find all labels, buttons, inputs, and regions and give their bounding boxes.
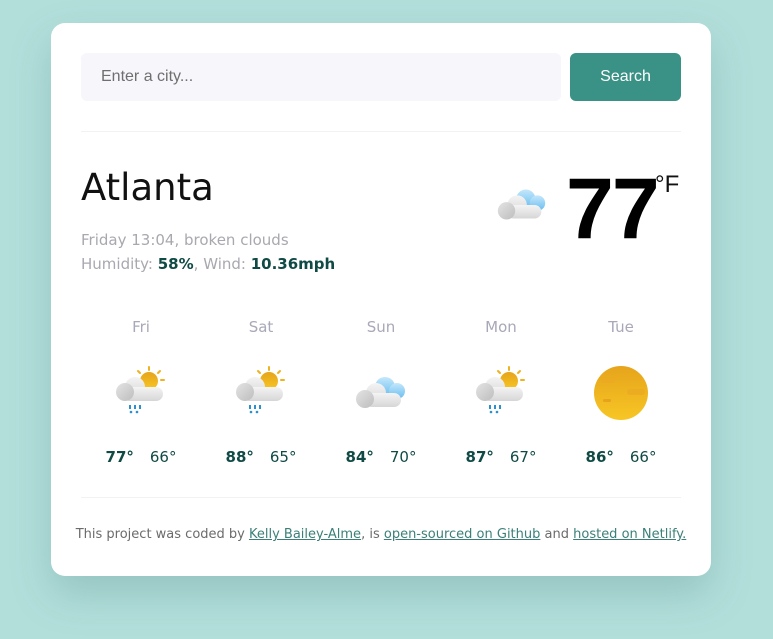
author-link[interactable]: Kelly Bailey-Alme [249, 527, 361, 542]
forecast-day: Sat 88° 65° [201, 318, 321, 478]
forecast-low: 66° [629, 448, 657, 466]
footer: This project was coded by Kelly Bailey-A… [51, 527, 711, 542]
sun-cloud-rain-icon [111, 363, 171, 423]
forecast-high: 77° [105, 448, 134, 466]
sun-haze-icon [591, 363, 651, 423]
forecast-high: 86° [585, 448, 614, 466]
current-temperature: 77 [566, 161, 660, 257]
forecast-low: 67° [509, 448, 537, 466]
humidity-value: 58% [157, 255, 194, 273]
wind-value: 10.36mph [250, 255, 336, 273]
humidity-wind-line: Humidity: 58%, Wind: 10.36mph [81, 255, 336, 273]
sun-cloud-rain-icon [231, 363, 291, 423]
forecast-day: Fri 77° 66° [81, 318, 201, 478]
forecast-temps: 84° 70° [321, 448, 441, 466]
broken-clouds-icon [356, 377, 405, 408]
forecast-low: 70° [389, 448, 417, 466]
forecast-high: 87° [465, 448, 494, 466]
forecast-day: Mon 87° 67° [441, 318, 561, 478]
footer-text: , is [361, 527, 384, 542]
sun-cloud-rain-icon [471, 363, 531, 423]
netlify-link[interactable]: hosted on Netlify. [573, 527, 686, 542]
forecast-temps: 77° 66° [81, 448, 201, 466]
search-button[interactable]: Search [570, 53, 681, 101]
weather-description: broken clouds [184, 231, 289, 249]
forecast-day: Tue 86° 66° [561, 318, 681, 478]
forecast-day-name: Fri [132, 318, 150, 336]
weather-card: Search Atlanta Friday 13:04, broken clou… [51, 23, 711, 576]
wind-label: Wind: [203, 255, 251, 273]
github-link[interactable]: open-sourced on Github [384, 527, 541, 542]
forecast-day-name: Mon [485, 318, 517, 336]
footer-prefix: This project was coded by [75, 527, 249, 542]
forecast-day-name: Tue [608, 318, 634, 336]
weather-details: Friday 13:04, broken clouds Humidity: 58… [81, 228, 335, 276]
broken-clouds-icon [493, 183, 551, 227]
forecast-high: 84° [345, 448, 374, 466]
search-form: Search [81, 53, 681, 101]
day-time: Friday 13:04 [81, 231, 175, 249]
forecast-low: 65° [269, 448, 297, 466]
forecast-high: 88° [225, 448, 254, 466]
forecast-low: 66° [149, 448, 177, 466]
forecast-temps: 87° 67° [441, 448, 561, 466]
footer-text: and [540, 527, 574, 542]
forecast-temps: 86° 66° [561, 448, 681, 466]
divider [81, 131, 681, 132]
forecast-day-name: Sun [366, 318, 396, 336]
forecast: Fri 77° 66° Sat 88° 65° Sun 84° 70° Mon 87°… [81, 318, 681, 478]
forecast-day: Sun 84° 70° [321, 318, 441, 478]
divider [81, 497, 681, 498]
temperature-unit: °F [655, 171, 680, 198]
city-name: Atlanta [81, 166, 214, 209]
forecast-day-name: Sat [248, 318, 274, 336]
humidity-label: Humidity: [81, 255, 158, 273]
city-search-input[interactable] [81, 53, 561, 101]
date-description-line: Friday 13:04, broken clouds [81, 231, 289, 249]
forecast-temps: 88° 65° [201, 448, 321, 466]
